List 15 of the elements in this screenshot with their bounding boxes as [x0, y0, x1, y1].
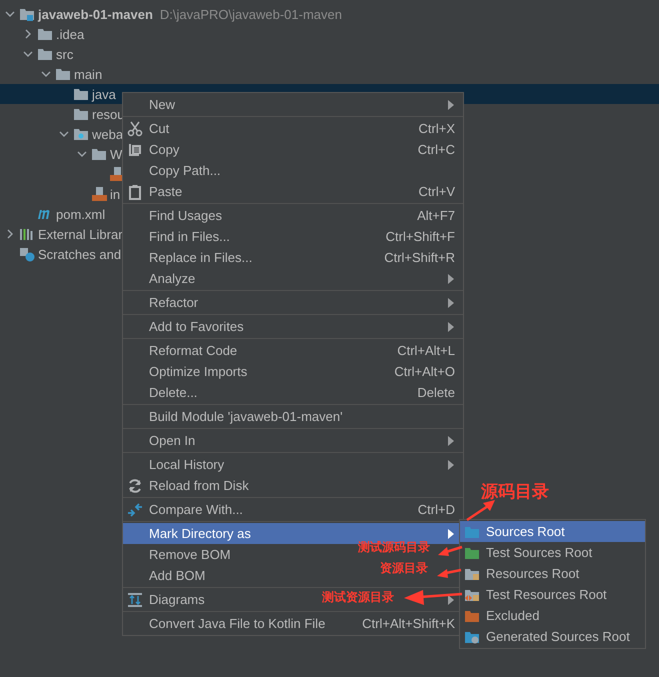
annotation-label: 测试资源目录 — [322, 590, 394, 604]
annotation-label: 源码目录 — [481, 482, 549, 502]
tree-label: pom.xml — [56, 206, 106, 222]
annotation-label: 资源目录 — [380, 561, 428, 576]
project-path: D:\javaPRO\javaweb-01-maven — [160, 6, 342, 22]
tree-label: java — [92, 86, 116, 102]
tree-label: .idea — [56, 26, 84, 42]
tree-label: W — [110, 146, 122, 162]
tree-label: External Librar — [38, 226, 123, 242]
tree-label: main — [74, 66, 102, 82]
tree-label: in — [110, 186, 120, 202]
tree-label: weba — [92, 126, 124, 142]
tree-label: Scratches and — [38, 246, 122, 262]
tree-label: src — [56, 46, 74, 62]
tree-label: javaweb-01-maven — [38, 6, 153, 22]
